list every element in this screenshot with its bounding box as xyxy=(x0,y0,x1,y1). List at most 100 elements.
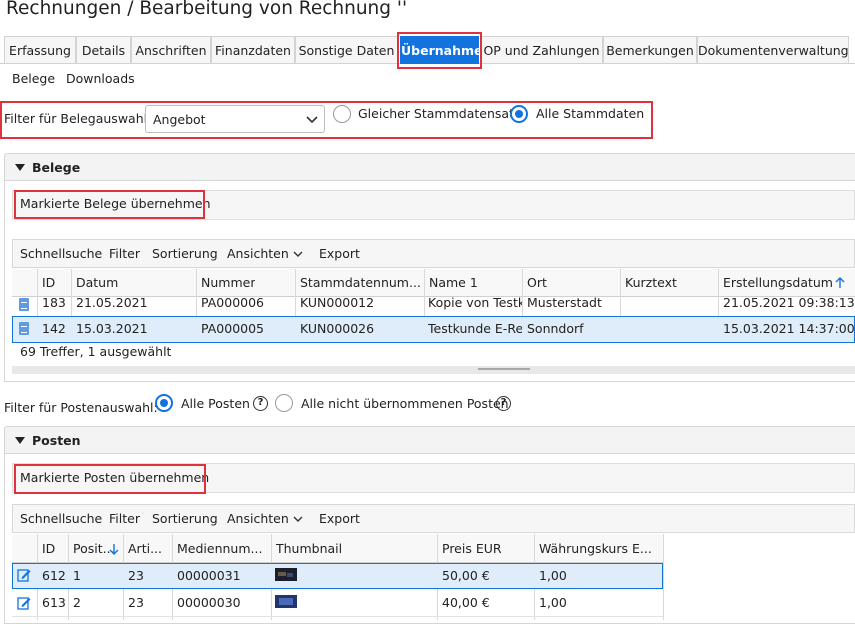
col-header-waehrungskurs[interactable]: Währungskurs E... xyxy=(539,538,659,560)
col-header-id[interactable]: ID xyxy=(42,272,55,294)
radio-gleicher-stammdatensatz-label: Gleicher Stammdatensatz xyxy=(358,106,521,121)
posten-toolbar: Schnellsuche Filter Sortierung Ansichten… xyxy=(12,504,855,533)
table-cell: KUN000012 xyxy=(300,295,375,310)
chevron-down-icon xyxy=(306,116,318,124)
subnav-downloads[interactable]: Downloads xyxy=(66,71,135,86)
table-cell: 612 xyxy=(42,568,66,583)
belege-schnellsuche[interactable]: Schnellsuche xyxy=(20,240,102,267)
col-header-kurztext[interactable]: Kurztext xyxy=(625,272,677,294)
col-header-artikel[interactable]: Arti... xyxy=(128,538,162,560)
table-cell: 1,00 xyxy=(539,595,567,610)
radio-nicht-uebernommene-posten-label: Alle nicht übernommenen Posten xyxy=(301,396,509,411)
document-icon[interactable] xyxy=(19,322,29,335)
col-header-thumbnail[interactable]: Thumbnail xyxy=(276,538,342,560)
thumbnail-image[interactable] xyxy=(275,595,297,608)
tab-anschriften[interactable]: Anschriften xyxy=(131,36,211,64)
tab-bemerkungen[interactable]: Bemerkungen xyxy=(603,36,697,64)
table-cell: PA000006 xyxy=(201,295,265,310)
table-cell: 21.05.2021 xyxy=(76,295,148,310)
col-header-nummer[interactable]: Nummer xyxy=(201,272,255,294)
table-cell: 15.03.2021 xyxy=(76,321,148,336)
table-cell: Kopie von Testku xyxy=(428,295,522,310)
radio-alle-stammdaten[interactable] xyxy=(510,105,528,123)
beleg-type-value: Angebot xyxy=(153,112,206,127)
table-cell: 15.03.2021 14:37:00 xyxy=(723,321,855,336)
posten-export[interactable]: Export xyxy=(319,505,360,532)
col-header-preis-eur[interactable]: Preis EUR xyxy=(442,538,502,560)
scrollbar-thumb[interactable] xyxy=(478,368,530,370)
help-icon[interactable]: ? xyxy=(253,396,268,411)
sort-ascending-icon xyxy=(835,277,845,288)
belege-status-text: 69 Treffer, 1 ausgewählt xyxy=(20,344,172,359)
thumbnail-image[interactable] xyxy=(275,568,297,581)
col-header-ort[interactable]: Ort xyxy=(527,272,547,294)
horizontal-scrollbar[interactable] xyxy=(12,366,855,374)
table-cell: 00000031 xyxy=(177,568,241,583)
table-cell: 183 xyxy=(42,295,66,310)
tab-erfassung[interactable]: Erfassung xyxy=(4,36,76,64)
sub-navigation: Belege Downloads xyxy=(12,71,212,89)
table-cell: 2 xyxy=(73,595,81,610)
table-cell: Musterstadt xyxy=(527,295,602,310)
col-header-erstellungsdatum[interactable]: Erstellungsdatum xyxy=(723,272,833,294)
posten-filter[interactable]: Filter xyxy=(109,505,140,532)
belege-export[interactable]: Export xyxy=(319,240,360,267)
posten-schnellsuche[interactable]: Schnellsuche xyxy=(20,505,102,532)
table-cell: 1,00 xyxy=(539,568,567,583)
radio-alle-posten-label: Alle Posten xyxy=(181,396,250,411)
radio-nicht-uebernommene-posten[interactable] xyxy=(275,394,293,412)
table-cell: 1 xyxy=(73,568,81,583)
highlight-posten-button-box xyxy=(14,464,206,494)
belege-toolbar: Schnellsuche Filter Sortierung Ansichten… xyxy=(12,239,855,268)
chevron-down-icon xyxy=(293,516,303,522)
table-cell: 00000030 xyxy=(177,595,241,610)
chevron-down-icon xyxy=(293,251,303,257)
row-divider xyxy=(12,616,663,617)
belege-panel-header[interactable]: Belege xyxy=(4,153,855,181)
edit-icon[interactable] xyxy=(17,568,31,582)
col-header-id[interactable]: ID xyxy=(42,538,55,560)
help-icon[interactable]: ? xyxy=(496,396,511,411)
belege-panel-title: Belege xyxy=(32,160,81,175)
belege-sortierung[interactable]: Sortierung xyxy=(152,240,218,267)
table-cell: 23 xyxy=(128,568,144,583)
beleg-filter-label: Filter für Belegauswahl: xyxy=(4,111,152,126)
posten-panel-title: Posten xyxy=(32,433,81,448)
belege-filter[interactable]: Filter xyxy=(109,240,140,267)
posten-filter-label: Filter für Postenauswahl: xyxy=(4,400,158,415)
caret-down-icon xyxy=(15,164,25,171)
tab-dokumentenverwaltung[interactable]: Dokumentenverwaltung xyxy=(697,36,849,64)
caret-down-icon xyxy=(15,437,25,444)
radio-alle-posten[interactable] xyxy=(155,394,173,412)
radio-alle-stammdaten-label: Alle Stammdaten xyxy=(536,106,645,121)
highlight-tab-box xyxy=(397,32,482,69)
radio-gleicher-stammdatensatz[interactable] xyxy=(333,105,351,123)
belege-ansichten[interactable]: Ansichten xyxy=(227,240,289,267)
posten-panel-header[interactable]: Posten xyxy=(4,426,855,454)
subnav-belege[interactable]: Belege xyxy=(12,71,55,86)
page-title: Rechnungen / Bearbeitung von Rechnung '' xyxy=(6,0,408,19)
tab-op-und-zahlungen[interactable]: OP und Zahlungen xyxy=(480,36,603,64)
sort-descending-icon xyxy=(109,544,119,555)
document-icon[interactable] xyxy=(19,298,29,311)
col-header-stammdatennummer[interactable]: Stammdatennum... xyxy=(300,272,424,294)
col-header-datum[interactable]: Datum xyxy=(76,272,118,294)
beleg-type-select[interactable]: Angebot xyxy=(145,105,325,133)
tab-details[interactable]: Details xyxy=(76,36,131,64)
table-cell: 50,00 € xyxy=(442,568,490,583)
table-cell: 40,00 € xyxy=(442,595,490,610)
table-cell: KUN000026 xyxy=(300,321,375,336)
grid-divider xyxy=(663,534,664,620)
col-header-mediennummer[interactable]: Mediennum... xyxy=(177,538,262,560)
col-header-name-1[interactable]: Name 1 xyxy=(429,272,478,294)
table-cell: 613 xyxy=(42,595,66,610)
table-cell: Sonndorf xyxy=(527,321,584,336)
tab-sonstige-daten[interactable]: Sonstige Daten xyxy=(295,36,398,64)
table-cell: PA000005 xyxy=(201,321,265,336)
edit-icon[interactable] xyxy=(17,596,31,610)
table-cell: 21.05.2021 09:38:13 xyxy=(723,295,855,310)
highlight-belege-button-box xyxy=(14,190,205,219)
posten-sortierung[interactable]: Sortierung xyxy=(152,505,218,532)
posten-ansichten[interactable]: Ansichten xyxy=(227,505,289,532)
tab-finanzdaten[interactable]: Finanzdaten xyxy=(211,36,295,64)
